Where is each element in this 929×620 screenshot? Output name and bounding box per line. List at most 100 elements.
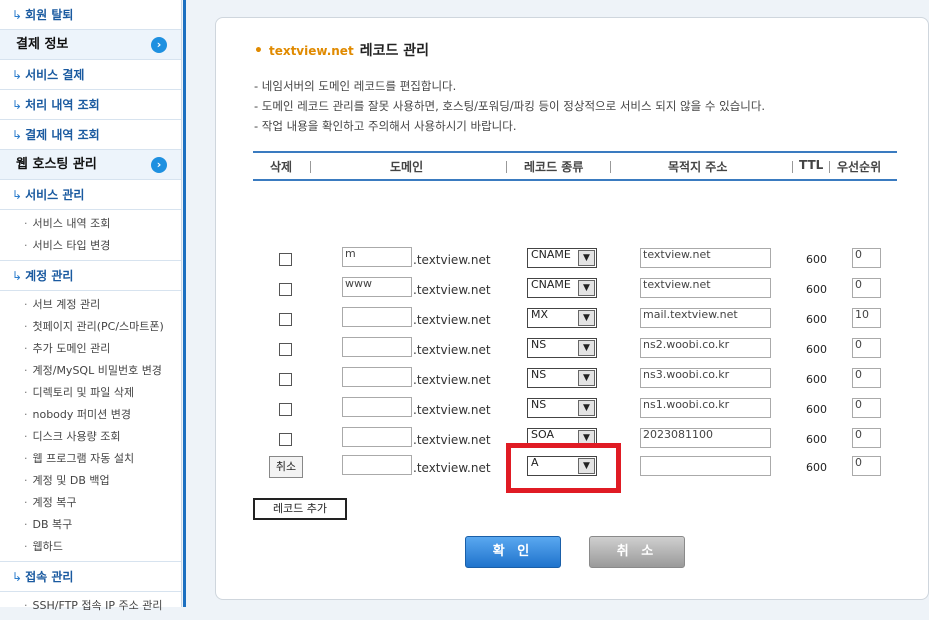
sidebar-subitem[interactable]: 첫페이지 관리(PC/스마트폰)	[0, 316, 181, 338]
col-delete: 삭제	[270, 160, 293, 174]
target-address-input[interactable]: ns3.woobi.co.kr	[640, 368, 771, 388]
record-type-select[interactable]: NS ▼	[527, 398, 597, 418]
record-type-select[interactable]: CNAME ▼	[527, 278, 597, 298]
target-address-input[interactable]	[640, 456, 771, 476]
chevron-down-icon[interactable]: ▼	[578, 400, 595, 416]
subdomain-input[interactable]	[342, 397, 412, 417]
chevron-down-icon[interactable]: ▼	[578, 430, 595, 446]
subdomain-input[interactable]: m	[342, 247, 412, 267]
sidebar-item-label: 회원 탈퇴	[25, 8, 74, 22]
priority-input[interactable]: 0	[852, 398, 881, 418]
table-row: .textview.net SOA ▼ 2023081100 600 0	[253, 424, 897, 454]
subdomain-input[interactable]	[342, 307, 412, 327]
ttl-value: 600	[806, 343, 827, 356]
title-text: 레코드 관리	[359, 43, 429, 59]
subdomain-input[interactable]	[342, 337, 412, 357]
priority-input[interactable]: 0	[852, 456, 881, 476]
chevron-down-icon[interactable]: ▼	[578, 280, 595, 296]
priority-input[interactable]: 0	[852, 428, 881, 448]
delete-checkbox[interactable]	[279, 253, 292, 266]
priority-input[interactable]: 10	[852, 308, 881, 328]
table-row: .textview.net NS ▼ ns3.woobi.co.kr 600 0	[253, 364, 897, 394]
divider	[792, 161, 793, 173]
priority-input[interactable]: 0	[852, 248, 881, 268]
target-address-input[interactable]: 2023081100	[640, 428, 771, 448]
sidebar-item-service-management[interactable]: ↳ 서비스 관리	[0, 180, 181, 210]
record-type-select[interactable]: SOA ▼	[527, 428, 597, 448]
sidebar-subitem[interactable]: 계정 복구	[0, 492, 181, 514]
table-row: .textview.net NS ▼ ns1.woobi.co.kr 600 0	[253, 394, 897, 424]
subdomain-input[interactable]	[342, 367, 412, 387]
sidebar-subitem[interactable]: SSH/FTP 접속 IP 주소 관리	[0, 595, 181, 617]
sidebar-item-label: 접속 관리	[25, 570, 74, 584]
record-type-select[interactable]: CNAME ▼	[527, 248, 597, 268]
sidebar-subitem[interactable]: 계정 및 DB 백업	[0, 470, 181, 492]
sidebar-subitem[interactable]: 추가 도메인 관리	[0, 338, 181, 360]
delete-checkbox[interactable]	[279, 433, 292, 446]
cancel-button[interactable]: 취 소	[589, 536, 685, 568]
target-address-input[interactable]: mail.textview.net	[640, 308, 771, 328]
sidebar-subitem[interactable]: 웹하드	[0, 536, 181, 558]
target-address-input[interactable]: ns2.woobi.co.kr	[640, 338, 771, 358]
record-type-value: CNAME	[531, 248, 571, 261]
target-address-input[interactable]: textview.net	[640, 278, 771, 298]
sidebar-item-payment-history[interactable]: ↳ 결제 내역 조회	[0, 120, 181, 150]
record-type-value: CNAME	[531, 278, 571, 291]
sidebar-item-label: 처리 내역 조회	[25, 98, 100, 112]
target-address-input[interactable]: textview.net	[640, 248, 771, 268]
delete-checkbox[interactable]	[279, 343, 292, 356]
confirm-button[interactable]: 확 인	[465, 536, 561, 568]
record-type-value: SOA	[531, 428, 554, 441]
sidebar-item-account-management[interactable]: ↳ 계정 관리	[0, 261, 181, 291]
arrow-icon: ↳	[12, 8, 23, 22]
chevron-right-icon[interactable]: ›	[151, 37, 167, 53]
col-target: 목적지 주소	[668, 160, 728, 174]
sidebar-subitem[interactable]: 디렉토리 및 파일 삭제	[0, 382, 181, 404]
delete-checkbox[interactable]	[279, 313, 292, 326]
sidebar-subitem[interactable]: 계정/MySQL 비밀번호 변경	[0, 360, 181, 382]
chevron-down-icon[interactable]: ▼	[578, 340, 595, 356]
sidebar-header-web-hosting[interactable]: 웹 호스팅 관리 ›	[0, 150, 181, 180]
record-management-panel: • textview.net 레코드 관리 - 네임서버의 도메인 레코드를 편집합…	[215, 17, 929, 600]
record-type-select[interactable]: MX ▼	[527, 308, 597, 328]
table-row: .textview.net MX ▼ mail.textview.net 600 …	[253, 304, 897, 334]
chevron-down-icon[interactable]: ▼	[578, 458, 595, 474]
arrow-icon: ↳	[12, 98, 23, 112]
chevron-right-icon[interactable]: ›	[151, 157, 167, 173]
delete-checkbox[interactable]	[279, 403, 292, 416]
arrow-icon: ↳	[12, 570, 23, 584]
target-address-input[interactable]: ns1.woobi.co.kr	[640, 398, 771, 418]
domain-suffix: .textview.net	[413, 433, 491, 447]
sidebar-subitem[interactable]: nobody 퍼미션 변경	[0, 404, 181, 426]
priority-input[interactable]: 0	[852, 338, 881, 358]
sidebar-subitem[interactable]: 웹 프로그램 자동 설치	[0, 448, 181, 470]
row-cancel-button[interactable]: 취소	[269, 456, 303, 478]
arrow-icon: ↳	[12, 188, 23, 202]
sidebar-subitem[interactable]: 서브 계정 관리	[0, 294, 181, 316]
add-record-button[interactable]: 레코드 추가	[253, 498, 347, 520]
sidebar-subitem[interactable]: 서비스 타입 변경	[0, 235, 181, 257]
record-type-select[interactable]: NS ▼	[527, 338, 597, 358]
subdomain-input[interactable]: www	[342, 277, 412, 297]
record-type-select[interactable]: NS ▼	[527, 368, 597, 388]
page-title: • textview.net 레코드 관리	[254, 40, 429, 60]
sidebar-item-service-payment[interactable]: ↳ 서비스 결제	[0, 60, 181, 90]
sidebar-subitem[interactable]: DB 복구	[0, 514, 181, 536]
sidebar-subitem[interactable]: 디스크 사용량 조회	[0, 426, 181, 448]
priority-input[interactable]: 0	[852, 278, 881, 298]
chevron-down-icon[interactable]: ▼	[578, 310, 595, 326]
sidebar-subitem[interactable]: 서비스 내역 조회	[0, 213, 181, 235]
subdomain-input[interactable]	[342, 427, 412, 447]
sidebar-header-payment-info[interactable]: 결제 정보 ›	[0, 30, 181, 60]
chevron-down-icon[interactable]: ▼	[578, 250, 595, 266]
table-row: .textview.net NS ▼ ns2.woobi.co.kr 600 0	[253, 334, 897, 364]
priority-input[interactable]: 0	[852, 368, 881, 388]
sidebar-item-process-history[interactable]: ↳ 처리 내역 조회	[0, 90, 181, 120]
delete-checkbox[interactable]	[279, 283, 292, 296]
subdomain-input[interactable]	[342, 455, 412, 475]
sidebar-item-withdraw[interactable]: ↳ 회원 탈퇴	[0, 0, 181, 30]
delete-checkbox[interactable]	[279, 373, 292, 386]
chevron-down-icon[interactable]: ▼	[578, 370, 595, 386]
sidebar-item-access-management[interactable]: ↳ 접속 관리	[0, 562, 181, 592]
record-type-select[interactable]: A ▼	[527, 456, 597, 476]
